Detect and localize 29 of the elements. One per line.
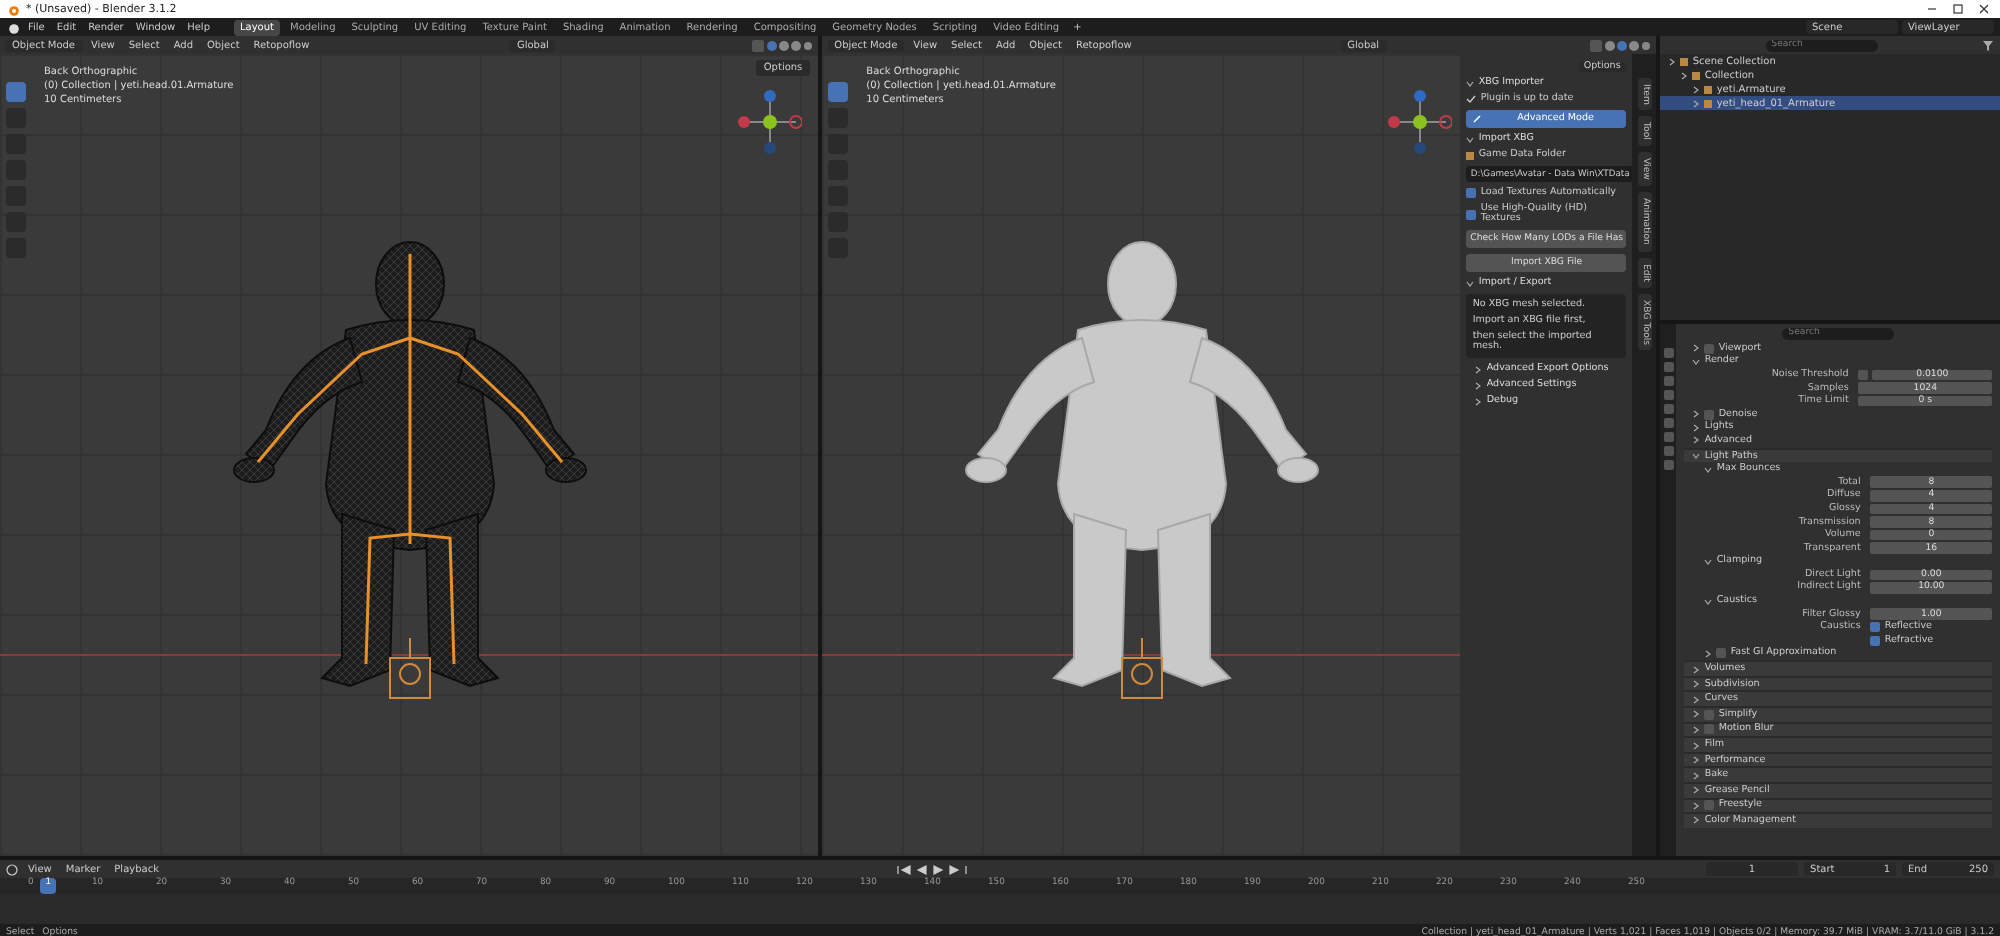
axis-gizmo[interactable] bbox=[1388, 90, 1453, 154]
checkbox[interactable] bbox=[1704, 709, 1715, 720]
pen-icon bbox=[1472, 114, 1483, 124]
checkbox[interactable] bbox=[1870, 635, 1881, 646]
minimize-icon[interactable] bbox=[1922, 2, 1942, 16]
close-icon[interactable] bbox=[1974, 2, 1994, 16]
folder-icon bbox=[1466, 151, 1475, 159]
shading-buttons-icon[interactable] bbox=[752, 39, 813, 51]
caret-icon[interactable] bbox=[1704, 597, 1713, 606]
caret-icon[interactable] bbox=[1466, 135, 1475, 143]
checkbox[interactable] bbox=[1704, 724, 1715, 735]
filter-icon[interactable] bbox=[1981, 39, 1994, 51]
maximize-icon[interactable] bbox=[1948, 2, 1968, 16]
clock-icon[interactable] bbox=[6, 863, 18, 875]
checkbox[interactable] bbox=[1870, 622, 1881, 633]
axis-gizmo[interactable] bbox=[738, 90, 803, 154]
checkbox[interactable] bbox=[1466, 188, 1477, 198]
checkbox[interactable] bbox=[1466, 209, 1477, 219]
checkbox[interactable] bbox=[1716, 648, 1727, 659]
checkbox[interactable] bbox=[1704, 800, 1715, 811]
checkbox[interactable] bbox=[1704, 409, 1715, 420]
caret-icon[interactable] bbox=[1466, 79, 1475, 87]
tool-icon[interactable] bbox=[828, 82, 849, 102]
checkbox[interactable] bbox=[1704, 343, 1715, 354]
caret-icon[interactable] bbox=[1704, 557, 1713, 566]
checkbox[interactable] bbox=[1858, 369, 1869, 380]
shading-buttons-icon[interactable] bbox=[1590, 39, 1651, 51]
caret-icon[interactable] bbox=[1466, 279, 1475, 287]
checkmark-icon bbox=[1466, 94, 1477, 104]
